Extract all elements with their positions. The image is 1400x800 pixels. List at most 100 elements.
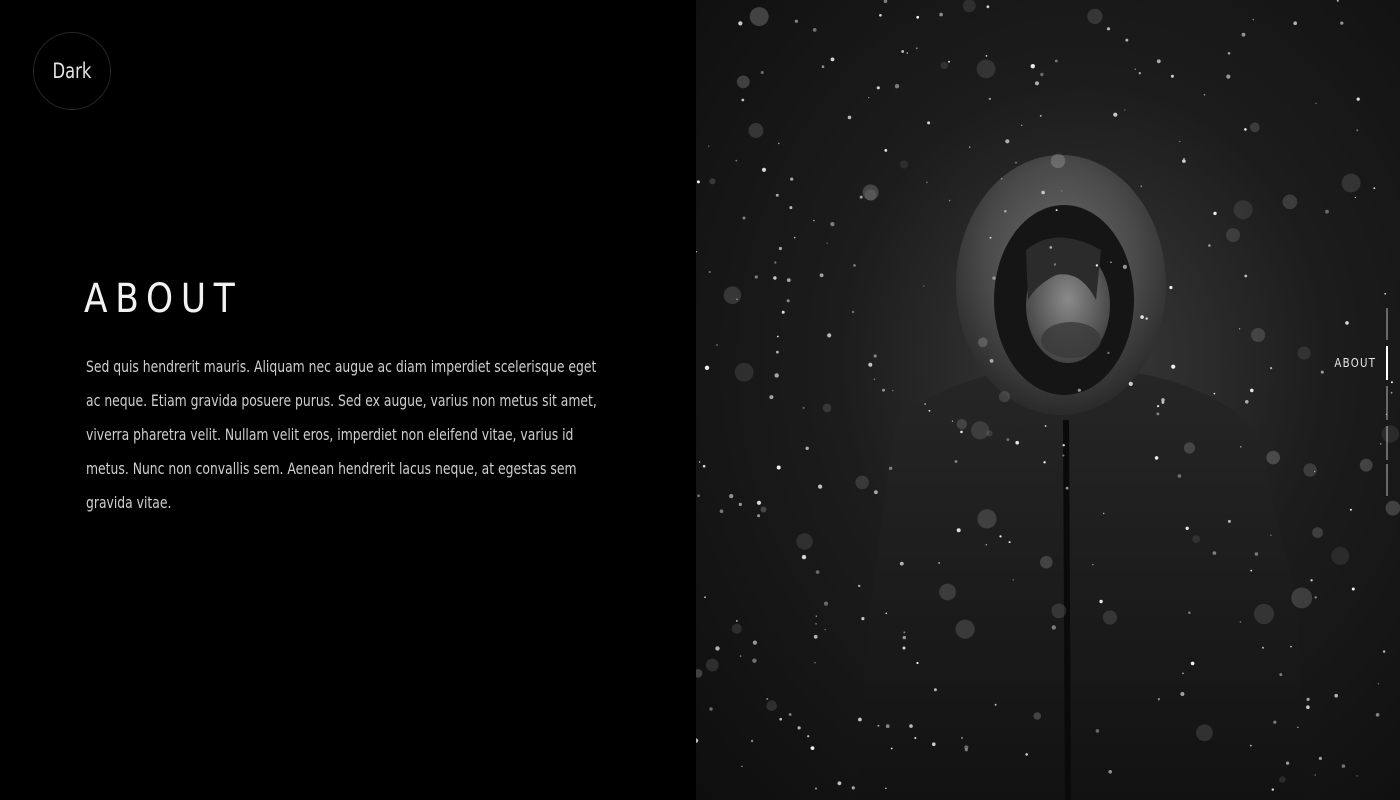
snowflake [1062,454,1065,457]
snowflake [815,622,817,625]
snowflake [894,84,900,89]
snowflake [1253,603,1275,625]
snowflake [1334,693,1338,698]
snowflake [696,738,699,743]
snowflake [709,707,713,711]
snowflake [851,786,855,790]
snowflake [1171,364,1176,369]
snowflake [1239,621,1242,623]
nav-label-about[interactable]: ABOUT [1334,356,1376,370]
snowflake [861,617,865,621]
snowflake [1053,263,1057,266]
snowflake [1384,292,1387,295]
snowflake [961,737,963,739]
snowflake [999,535,1002,538]
snowflake [927,121,931,125]
snowflake [988,97,992,101]
snowflake [837,781,842,786]
nav-indicator-4[interactable] [1386,426,1388,460]
snowflake [1306,697,1310,702]
snowflake [757,514,761,518]
logo-button[interactable]: Dark [33,32,111,110]
snowflake [989,359,994,363]
snowflake [855,475,869,490]
snowflake [1102,610,1118,625]
snowflake [1233,200,1253,220]
snowflake [1062,444,1065,447]
snowflake [1314,774,1316,776]
snowflake [1000,177,1003,180]
snowflake [989,236,992,239]
nav-indicator-about[interactable] [1386,346,1388,380]
snowflake [814,662,816,664]
snowflake [1213,392,1216,395]
snowflake [892,390,894,392]
snowflake [1077,388,1081,392]
snowflake [731,623,742,634]
snowflake [873,378,876,381]
snowflake [705,658,719,672]
snowflake [1025,753,1028,756]
snowflake [815,615,817,617]
snowflake [1356,97,1360,101]
logo-label: Dark [52,59,92,83]
snowflake [1310,579,1313,582]
snowflake [868,362,873,367]
snowflake [1279,673,1283,677]
snowflake [1134,68,1136,70]
snowflake [1341,173,1361,193]
snowflake [1291,587,1313,609]
snowflake [815,787,817,790]
snowflake [716,344,718,346]
snowflake [924,403,926,405]
snowflake [1325,209,1329,214]
snowflake [882,388,885,392]
snowflake [736,298,738,300]
snowflake [789,206,793,210]
snowflake [926,181,928,184]
nav-indicator-1[interactable] [1386,308,1388,340]
snowflake [879,14,882,17]
nav-indicator-3[interactable] [1386,386,1388,420]
snowflake [1390,381,1393,384]
nav-indicator-5[interactable] [1386,464,1388,496]
snowflake [940,61,948,70]
snowflake [994,703,997,706]
snowflake [735,159,738,162]
snowflake [915,47,918,50]
snowflake [1177,474,1182,478]
snowflake [1249,744,1252,747]
snowflake [779,717,782,721]
snowflake [1239,328,1241,330]
snowflake [916,661,919,665]
snowflake [858,717,862,722]
section-body: Sed quis hendrerit mauris. Aliquam nec a… [86,357,597,512]
snowflake [1008,541,1011,544]
snowflake [696,180,700,184]
snowflake [1306,705,1310,709]
snowflake [1314,596,1317,599]
snowflake [739,655,742,657]
snowflake [1169,285,1173,290]
snowflake [955,619,975,639]
snowflake [1005,139,1010,144]
snowflake [888,466,893,470]
snowflake [760,71,764,74]
snowflake [956,419,967,430]
snowflake [801,554,807,560]
snowflake [1340,21,1344,25]
snowflake [985,544,987,546]
snowflake [1039,115,1042,117]
snowflake [1240,446,1242,448]
snowflake [1226,228,1240,243]
snowflake [830,57,835,62]
snowflake [1341,764,1346,768]
snowflake [1297,726,1299,729]
snowflake [823,601,829,606]
snowflake [773,276,777,280]
snowflake [1102,512,1105,515]
section-title: ABOUT [84,276,243,322]
snowflake [851,310,855,314]
snowflake [1044,425,1047,427]
snowflake [1385,500,1400,516]
